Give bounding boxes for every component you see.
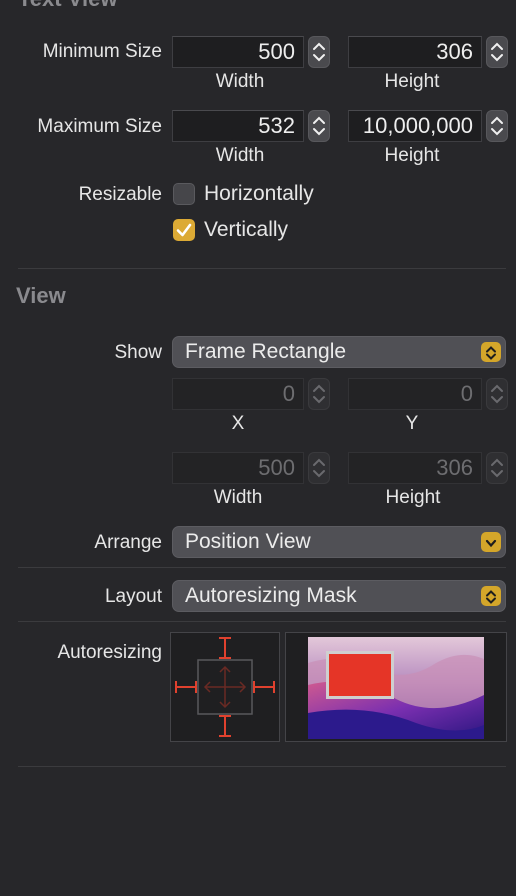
frame-height-label: Height bbox=[385, 487, 441, 508]
minimum-width-stepper[interactable] bbox=[308, 36, 330, 68]
divider bbox=[18, 567, 506, 568]
maximum-width-field[interactable]: 532 bbox=[172, 110, 304, 142]
frame-width-stepper[interactable] bbox=[308, 452, 330, 484]
minimum-size-label: Minimum Size bbox=[42, 41, 162, 62]
frame-height-stepper[interactable] bbox=[486, 452, 508, 484]
arrange-popup[interactable]: Position View bbox=[172, 526, 506, 558]
autoresizing-label: Autoresizing bbox=[57, 642, 162, 663]
show-popup-value: Frame Rectangle bbox=[185, 340, 347, 363]
layout-popup-value: Autoresizing Mask bbox=[185, 584, 357, 607]
maximum-height-label: Height bbox=[384, 145, 440, 166]
autoresizing-mask-editor[interactable] bbox=[170, 632, 280, 742]
y-field[interactable]: 0 bbox=[348, 378, 482, 410]
minimum-height-field[interactable]: 306 bbox=[348, 36, 482, 68]
section-title-text-view: Text View bbox=[18, 0, 117, 12]
show-popup[interactable]: Frame Rectangle bbox=[172, 336, 506, 368]
frame-width-label: Width bbox=[213, 487, 263, 508]
y-stepper[interactable] bbox=[486, 378, 508, 410]
autoresizing-preview bbox=[285, 632, 507, 742]
divider bbox=[18, 268, 506, 269]
chevron-down-icon bbox=[481, 532, 501, 552]
maximum-height-stepper[interactable] bbox=[486, 110, 508, 142]
maximum-size-label: Maximum Size bbox=[37, 116, 162, 137]
x-field[interactable]: 0 bbox=[172, 378, 304, 410]
maximum-width-stepper[interactable] bbox=[308, 110, 330, 142]
checkmark-icon bbox=[176, 223, 192, 237]
minimum-height-label: Height bbox=[384, 71, 440, 92]
frame-width-field[interactable]: 500 bbox=[172, 452, 304, 484]
x-label: X bbox=[231, 413, 245, 434]
horizontally-checkbox-label[interactable]: Horizontally bbox=[204, 182, 314, 206]
show-label: Show bbox=[114, 342, 162, 363]
divider bbox=[18, 766, 506, 767]
arrange-label: Arrange bbox=[94, 532, 162, 553]
maximum-height-field[interactable]: 10,000,000 bbox=[348, 110, 482, 142]
divider bbox=[18, 621, 506, 622]
wallpaper-preview-image bbox=[308, 637, 484, 739]
resizable-label: Resizable bbox=[78, 184, 162, 205]
autoresizing-springs-icon bbox=[175, 637, 275, 737]
y-label: Y bbox=[405, 413, 419, 434]
updown-arrows-icon bbox=[481, 342, 501, 362]
vertically-checkbox[interactable] bbox=[173, 219, 195, 241]
x-stepper[interactable] bbox=[308, 378, 330, 410]
minimum-width-field[interactable]: 500 bbox=[172, 36, 304, 68]
minimum-width-label: Width bbox=[215, 71, 265, 92]
vertically-checkbox-label[interactable]: Vertically bbox=[204, 218, 288, 242]
section-title-view: View bbox=[16, 283, 66, 308]
updown-arrows-icon bbox=[481, 586, 501, 606]
layout-popup[interactable]: Autoresizing Mask bbox=[172, 580, 506, 612]
minimum-height-stepper[interactable] bbox=[486, 36, 508, 68]
layout-label: Layout bbox=[104, 586, 162, 607]
maximum-width-label: Width bbox=[215, 145, 265, 166]
arrange-popup-value: Position View bbox=[185, 530, 311, 553]
frame-height-field[interactable]: 306 bbox=[348, 452, 482, 484]
horizontally-checkbox[interactable] bbox=[173, 183, 195, 205]
